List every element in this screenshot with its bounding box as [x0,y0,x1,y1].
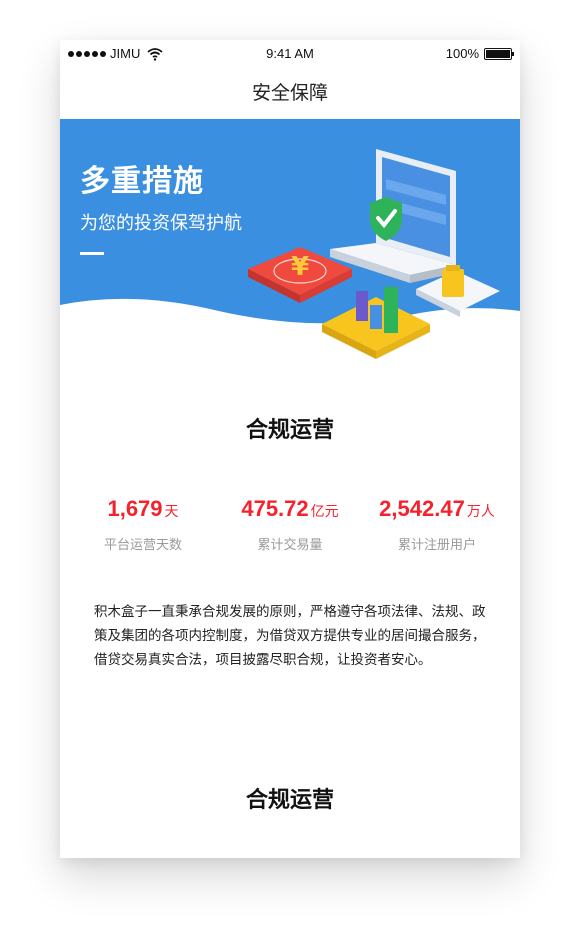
phone-screen: JIMU 9:41 AM 100% 安全保障 ¥ 多重措施 为您的投资保驾护航 … [60,40,520,858]
section-heading: 合规运营 [237,412,342,448]
stat-label: 累计交易量 [257,538,323,553]
status-bar: JIMU 9:41 AM 100% [60,40,520,68]
stat-operating-days: 1,679 天 平台运营天数 [68,496,218,553]
compliance-description: 积木盒子一直秉承合规发展的原则，严格遵守各项法律、法规、政策及集团的各项内控制度… [94,604,486,668]
stat-value: 2,542.47 万人 [362,496,512,522]
page-title: 安全保障 [251,82,328,104]
section-heading-text: 合规运营 [245,418,334,443]
stat-registered-users: 2,542.47 万人 累计注册用户 [362,496,512,553]
stat-label: 累计注册用户 [397,538,476,553]
stat-total-volume: 475.72 亿元 累计交易量 [215,496,365,553]
stat-number: 1,679 [107,496,163,521]
banner-illustration: ¥ [60,119,520,359]
stat-unit: 万人 [466,503,495,519]
stat-number: 2,542.47 [379,496,465,521]
stat-number: 475.72 [241,496,309,521]
section-heading: 合规运营 [237,782,342,818]
stat-unit: 天 [164,503,179,519]
status-right: 100% [445,46,514,61]
banner-divider [80,252,104,255]
svg-text:¥: ¥ [291,252,309,282]
battery-icon [484,47,514,60]
section-heading-text: 合规运营 [245,788,334,813]
banner-subtitle: 为您的投资保驾护航 [80,213,242,234]
banner-title: 多重措施 [80,164,204,199]
battery-percent: 100% [445,46,479,61]
stat-value: 1,679 天 [68,496,218,522]
section-title-compliance-2: 合规运营 [60,782,520,818]
stat-value: 475.72 亿元 [215,496,365,522]
section-title-compliance: 合规运营 [60,412,520,448]
stat-label: 平台运营天数 [103,538,182,553]
stat-unit: 亿元 [310,503,339,519]
